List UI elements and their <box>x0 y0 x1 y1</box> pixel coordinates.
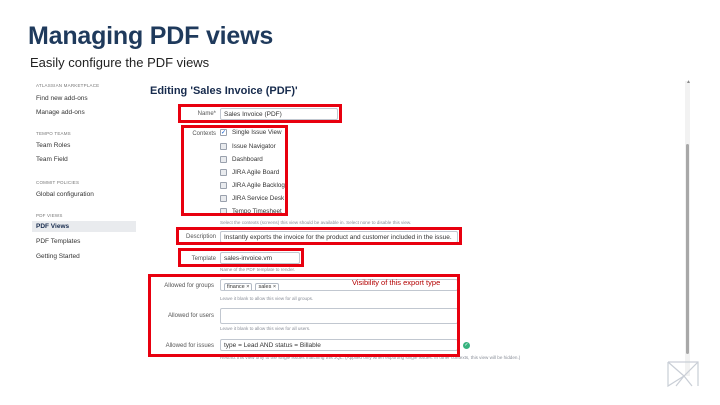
slide-subtitle: Easily configure the PDF views <box>30 55 210 70</box>
sidebar-item-pdf-templates[interactable]: PDF Templates <box>36 238 80 245</box>
sidebar-section-header: ATLASSIAN MARKETPLACE <box>36 83 100 88</box>
scroll-up-arrow-icon[interactable]: ▲ <box>686 79 691 85</box>
template-help-text: Name of the PDF template to render. <box>220 267 296 272</box>
admin-sidebar: ATLASSIAN MARKETPLACE Find new add-ons M… <box>30 76 138 376</box>
sidebar-item-global-configuration[interactable]: Global configuration <box>36 191 94 198</box>
sidebar-item-team-field[interactable]: Team Field <box>36 156 68 163</box>
valid-check-icon: ✓ <box>463 342 470 349</box>
highlight-contexts-box <box>181 125 288 216</box>
scrollbar-thumb[interactable] <box>686 144 689 354</box>
sidebar-item-getting-started[interactable]: Getting Started <box>36 253 80 260</box>
page-heading: Editing 'Sales Invoice (PDF)' <box>150 85 298 97</box>
sidebar-section-header: TEMPO TEAMS <box>36 131 71 136</box>
sidebar-item-manage-addons[interactable]: Manage add-ons <box>36 109 85 116</box>
screenshot-panel: ATLASSIAN MARKETPLACE Find new add-ons M… <box>30 76 702 376</box>
sidebar-section-header: COMMIT POLICIES <box>36 180 80 185</box>
visibility-annotation: Visibility of this export type <box>352 278 441 287</box>
sidebar-item-pdf-views[interactable]: PDF Views <box>32 221 136 232</box>
highlight-description-box <box>176 227 462 245</box>
slide-title: Managing PDF views <box>28 22 274 50</box>
sidebar-item-team-roles[interactable]: Team Roles <box>36 142 70 149</box>
highlight-template-box <box>178 248 304 267</box>
company-logo-icon <box>667 361 699 388</box>
contexts-help-text: Select the contexts (screens) this view … <box>220 220 412 225</box>
sidebar-section-header: PDF VIEWS <box>36 213 63 218</box>
highlight-name-box <box>178 104 342 123</box>
sidebar-item-find-new-addons[interactable]: Find new add-ons <box>36 95 88 102</box>
